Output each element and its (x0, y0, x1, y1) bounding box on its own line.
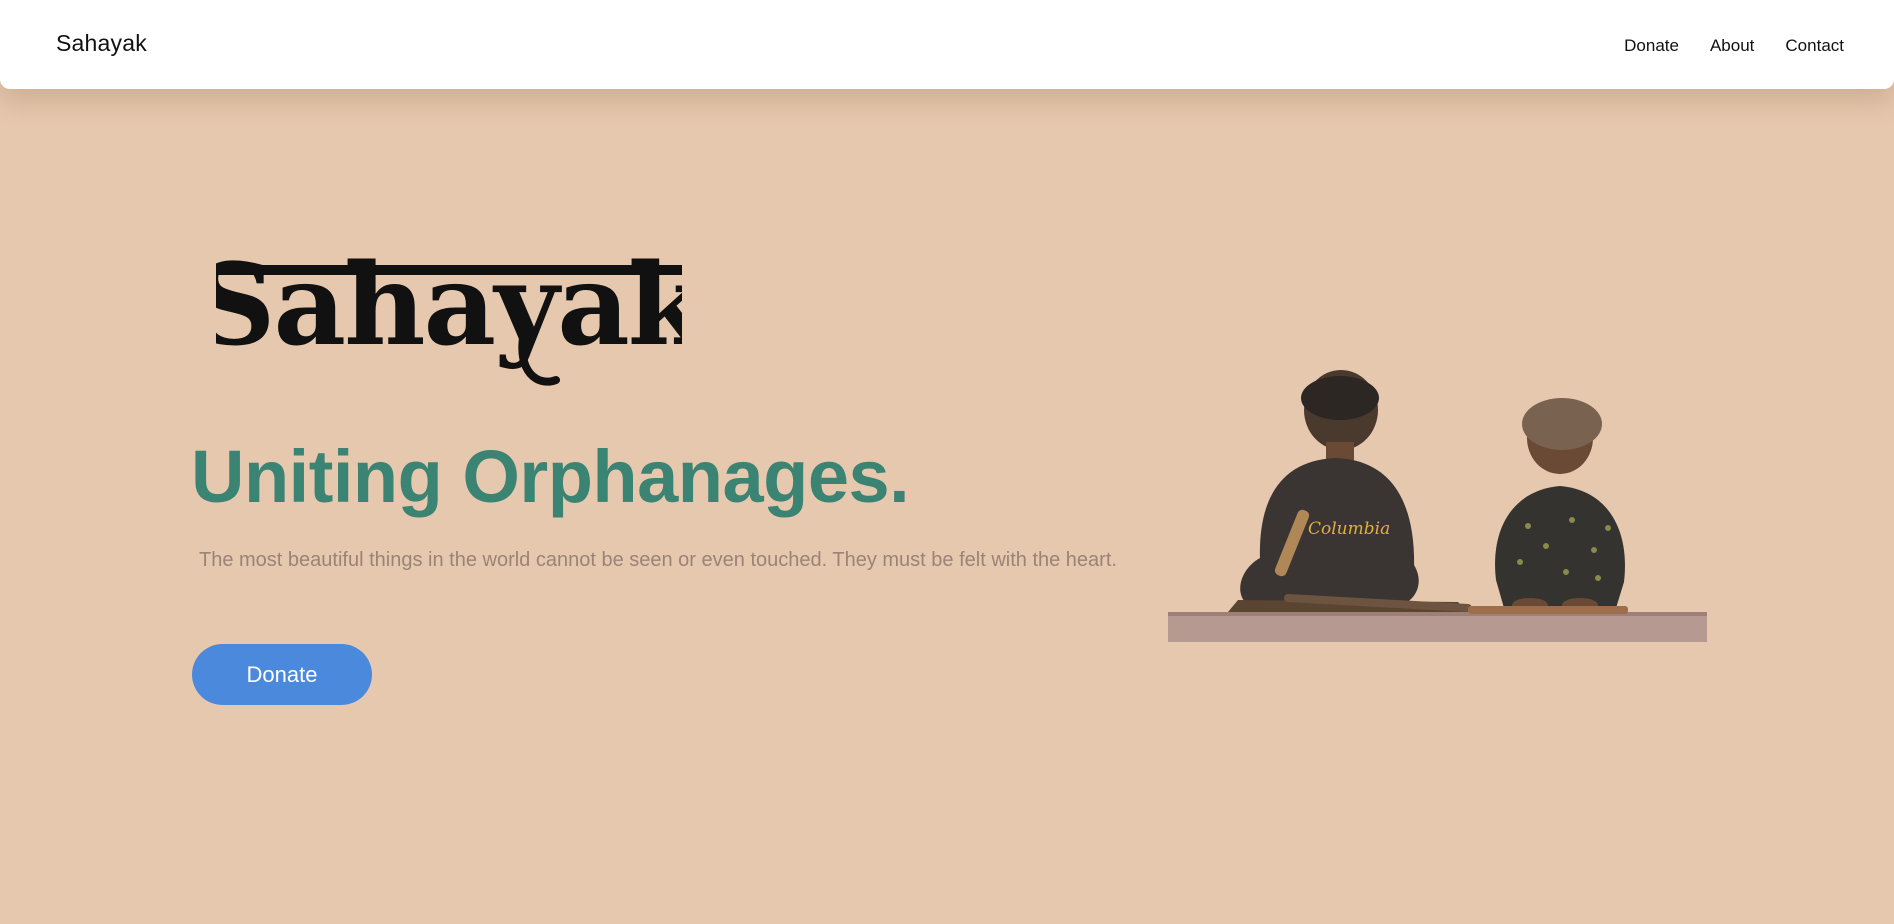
donate-button[interactable]: Donate (192, 644, 372, 705)
shirt-brand-text: Columbia (1308, 519, 1390, 539)
top-navbar: Sahayak Donate About Contact (0, 0, 1894, 89)
nav-links: Donate About Contact (1624, 36, 1844, 56)
nav-link-contact[interactable]: Contact (1785, 36, 1844, 56)
children-photo: Columbia (1168, 370, 1707, 642)
nav-link-about[interactable]: About (1710, 36, 1754, 56)
sahayak-logo: Sahayak (216, 240, 682, 386)
brand-link[interactable]: Sahayak (56, 30, 147, 57)
logo-wordmark: Sahayak (216, 240, 682, 371)
page-title: Uniting Orphanages. (191, 435, 910, 518)
nav-link-donate[interactable]: Donate (1624, 36, 1679, 56)
hero-subtext: The most beautiful things in the world c… (199, 549, 1117, 571)
